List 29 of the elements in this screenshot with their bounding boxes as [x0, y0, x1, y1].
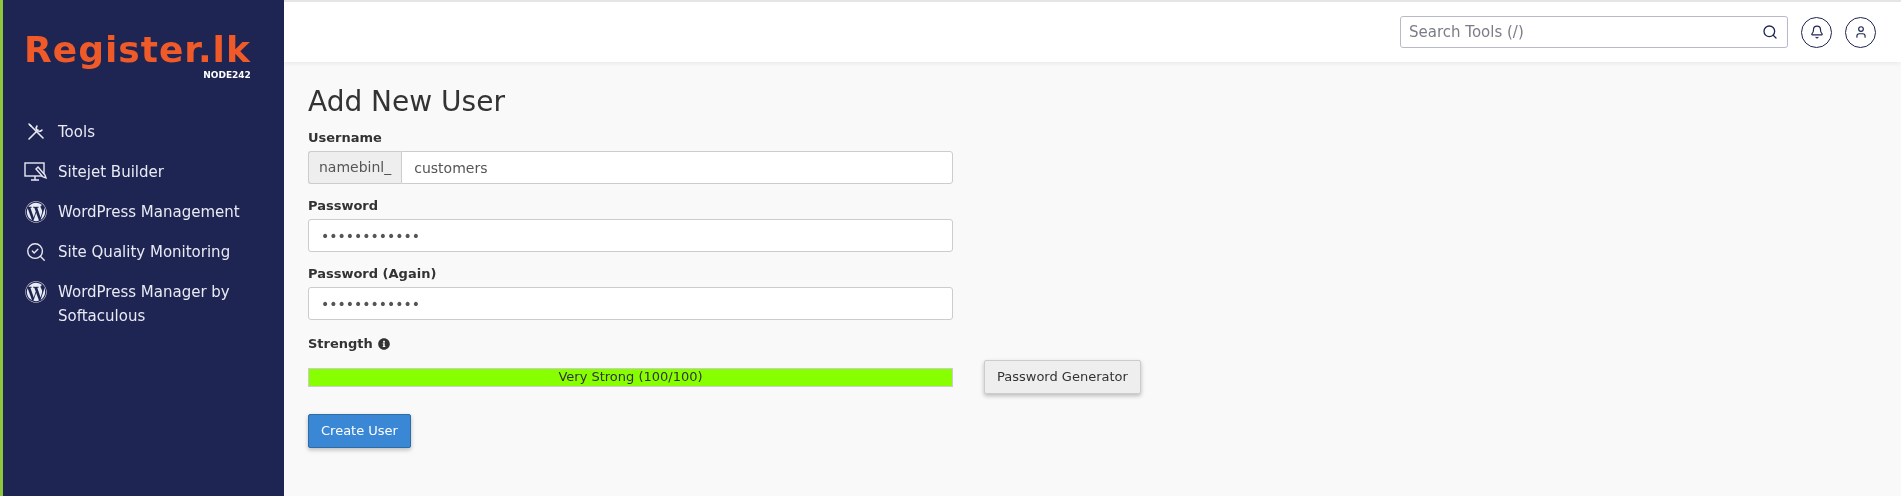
wordpress-icon — [25, 281, 47, 303]
sidebar-item[interactable]: Sitejet Builder — [24, 160, 276, 184]
create-user-button[interactable]: Create User — [308, 414, 411, 448]
strength-reading: Very Strong (100/100) — [557, 368, 704, 386]
text-field[interactable]: •••••••••••• — [308, 287, 953, 320]
text-field[interactable]: customers — [401, 151, 953, 184]
bell-icon — [1809, 25, 1824, 39]
sidebar-item[interactable]: WordPress Manager by Softaculous — [24, 280, 276, 328]
password-generator-button[interactable]: Password Generator — [984, 360, 1141, 394]
monitor-pen-icon — [24, 161, 48, 183]
text-field[interactable]: •••••••••••• — [308, 219, 953, 252]
field-label: Username — [308, 129, 383, 147]
wordpress-icon — [25, 201, 47, 223]
tools-icon — [26, 122, 46, 142]
sidebar-item[interactable]: WordPress Management — [24, 200, 276, 224]
strength-label: Strength — [308, 335, 373, 353]
sidebar-item[interactable]: Site Quality Monitoring — [24, 240, 276, 264]
info-icon — [377, 338, 390, 350]
logo-text: Register.lk — [24, 30, 251, 70]
magnifier-check-icon — [25, 241, 47, 263]
search-icon — [1762, 24, 1778, 40]
sidebar-item[interactable]: Tools — [24, 120, 276, 144]
field-label: Password (Again) — [308, 265, 438, 283]
search-field[interactable]: Search Tools (/) — [1400, 16, 1788, 48]
field-label: Password — [308, 197, 380, 215]
node-label: NODE242 — [203, 70, 251, 80]
username-prefix: namebinl_ — [308, 151, 402, 184]
page-title: Add New User — [308, 84, 506, 120]
user-icon — [1853, 25, 1868, 39]
